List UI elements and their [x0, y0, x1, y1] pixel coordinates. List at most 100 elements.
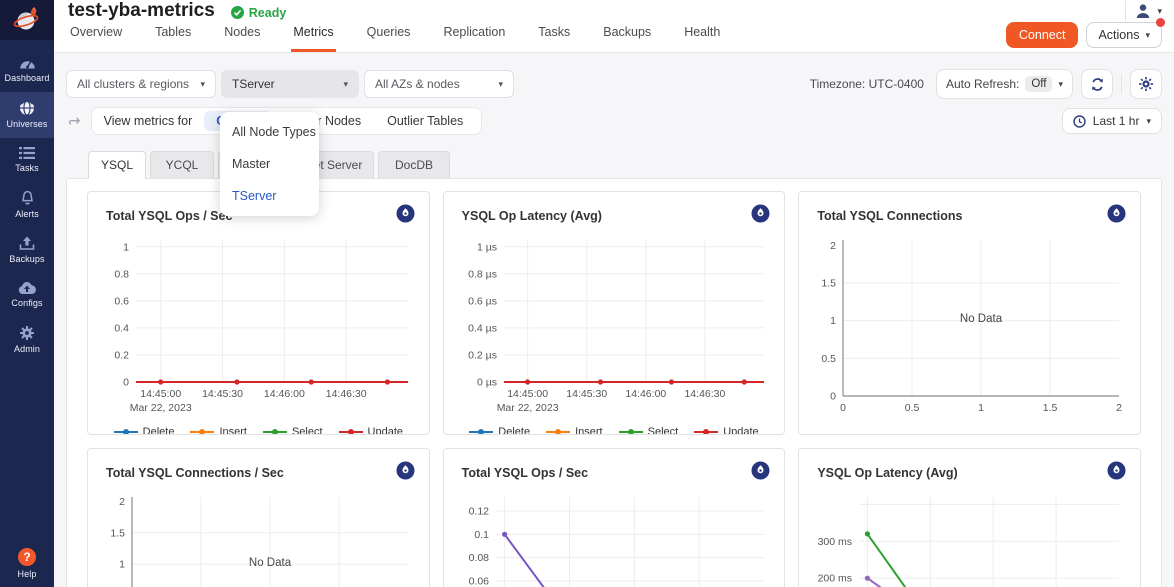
svg-text:0.4 µs: 0.4 µs [468, 322, 497, 334]
menu-item-master[interactable]: Master [220, 148, 319, 180]
chart-title: YSQL Op Latency (Avg) [462, 209, 602, 223]
planet-rocket-icon [12, 6, 42, 34]
svg-text:1 µs: 1 µs [477, 241, 497, 253]
sidebar-item-universes[interactable]: Universes [0, 92, 54, 138]
app-root: DashboardUniversesTasksAlertsBackupsConf… [0, 0, 1174, 587]
chart-plot[interactable]: 11.52No Data [102, 487, 416, 587]
tab-backups[interactable]: Backups [601, 25, 653, 52]
legend-swatch-icon [469, 428, 493, 435]
refresh-icon [1090, 77, 1105, 92]
user-menu[interactable]: ▾ [1134, 2, 1162, 20]
chart-card: Total YSQL Connections00.511.5200.511.52… [798, 191, 1141, 435]
sidebar-item-label: Tasks [15, 163, 39, 173]
auto-refresh-button[interactable]: Auto Refresh: Off ▾ [936, 69, 1073, 99]
legend-item[interactable]: Update [339, 426, 403, 435]
sidebar-item-dashboard[interactable]: Dashboard [0, 48, 54, 92]
chart-legend: Delete Insert Select Update [88, 426, 429, 435]
sidebar-item-label: Admin [14, 344, 40, 354]
svg-text:0: 0 [840, 402, 846, 414]
yugabyte-logo[interactable] [0, 0, 54, 40]
tab-replication[interactable]: Replication [441, 25, 507, 52]
legend-swatch-icon [546, 428, 570, 435]
sidebar: DashboardUniverses Tasks Alerts BackupsConf… [0, 0, 54, 587]
menu-item-tserver[interactable]: TServer [220, 180, 319, 212]
chart-card: Total YSQL Connections / Sec11.52No Data [87, 448, 430, 587]
notification-dot [1156, 18, 1165, 27]
universe-header: test-yba-metrics Ready ▾ [54, 0, 1174, 22]
chart-card: Total YSQL Ops / Sec0.060.080.10.12 [443, 448, 786, 587]
tab-overview[interactable]: Overview [68, 25, 124, 52]
cluster-region-select[interactable]: All clusters & regions ▾ [66, 70, 216, 98]
actions-button[interactable]: Actions ▾ [1086, 22, 1162, 48]
chart-plot[interactable]: 200 ms300 ms [813, 487, 1127, 587]
svg-text:14:45:30: 14:45:30 [202, 388, 243, 400]
svg-text:Mar 22, 2023: Mar 22, 2023 [130, 402, 192, 414]
menu-item-all-node-types[interactable]: All Node Types [220, 116, 319, 148]
metric-tab-ycql[interactable]: YCQL [150, 151, 214, 178]
legend-item[interactable]: Insert [190, 426, 247, 435]
chart-plot[interactable]: 14:45:0014:45:3014:46:0014:46:3000.20.40… [102, 230, 416, 420]
sidebar-item-label: Help [18, 569, 37, 579]
settings-button[interactable] [1130, 69, 1162, 99]
tab-queries[interactable]: Queries [365, 25, 413, 52]
chart-plot[interactable]: 14:45:0014:45:3014:46:0014:46:300 µs0.2 … [458, 230, 772, 420]
time-range-button[interactable]: Last 1 hr ▾ [1062, 108, 1162, 134]
chart-title: Total YSQL Connections [817, 209, 962, 223]
svg-text:14:46:30: 14:46:30 [326, 388, 367, 400]
sidebar-item-label: Alerts [15, 209, 39, 219]
sidebar-nav: DashboardUniverses Tasks Alerts BackupsConf… [0, 40, 54, 363]
scope-option-outlier-tables[interactable]: Outlier Tables [375, 111, 475, 131]
timezone-label: Timezone: UTC-0400 [810, 77, 924, 91]
svg-text:Mar 22, 2023: Mar 22, 2023 [496, 402, 558, 414]
svg-text:0.2 µs: 0.2 µs [468, 349, 497, 361]
connect-button[interactable]: Connect [1006, 22, 1079, 48]
svg-text:14:45:00: 14:45:00 [507, 388, 548, 400]
tab-health[interactable]: Health [682, 25, 722, 52]
metric-tab-docdb[interactable]: DocDB [378, 151, 450, 178]
chart-card: YSQL Op Latency (Avg)200 ms300 ms [798, 448, 1141, 587]
sidebar-item-configs[interactable]: Configs [0, 273, 54, 317]
chart-card: YSQL Op Latency (Avg) 14:45:0014:45:3014:… [443, 191, 786, 435]
svg-text:1: 1 [123, 241, 129, 253]
node-type-select[interactable]: TServer ▾ [221, 70, 359, 98]
chart-plot[interactable]: 00.511.5200.511.52No Data [813, 230, 1127, 420]
svg-text:200 ms: 200 ms [818, 573, 852, 585]
svg-text:1.5: 1.5 [110, 527, 125, 539]
svg-text:No Data: No Data [960, 313, 1003, 325]
legend-swatch-icon [190, 428, 214, 435]
view-metrics-for-label: View metrics for [104, 114, 193, 128]
tab-nodes[interactable]: Nodes [222, 25, 262, 52]
clock-icon [1073, 115, 1086, 128]
sidebar-item-backups[interactable]: Backups [0, 228, 54, 273]
sidebar-item-tasks[interactable]: Tasks [0, 138, 54, 182]
chevron-down-icon: ▾ [1145, 30, 1150, 41]
tab-metrics[interactable]: Metrics [291, 25, 335, 52]
az-nodes-select[interactable]: All AZs & nodes ▾ [364, 70, 514, 98]
universes-globe-icon [19, 100, 35, 116]
charts-panel: Total YSQL Ops / Sec14:45:0014:45:3014:4… [66, 178, 1162, 587]
svg-text:1: 1 [978, 402, 984, 414]
chart-plot[interactable]: 0.060.080.10.12 [458, 487, 772, 587]
svg-text:0.06: 0.06 [468, 576, 489, 587]
svg-text:0.12: 0.12 [468, 506, 489, 518]
legend-item[interactable]: Delete [114, 426, 175, 435]
svg-text:1.5: 1.5 [1043, 402, 1058, 414]
legend-item[interactable]: Insert [546, 426, 603, 435]
legend-item[interactable]: Update [694, 426, 758, 435]
sidebar-item-alerts[interactable]: Alerts [0, 182, 54, 228]
tab-tables[interactable]: Tables [153, 25, 193, 52]
svg-text:0.6 µs: 0.6 µs [468, 295, 497, 307]
svg-text:14:46:00: 14:46:00 [625, 388, 666, 400]
svg-text:1: 1 [830, 315, 836, 327]
legend-item[interactable]: Select [619, 426, 679, 435]
universe-title: test-yba-metrics [68, 0, 215, 22]
legend-item[interactable]: Delete [469, 426, 530, 435]
sidebar-item-help[interactable]: ? Help [0, 548, 54, 579]
metric-tab-ysql[interactable]: YSQL [88, 151, 146, 178]
sidebar-item-admin[interactable]: Admin [0, 317, 54, 363]
svg-text:No Data: No Data [249, 557, 292, 569]
legend-item[interactable]: Select [263, 426, 323, 435]
refresh-button[interactable] [1081, 69, 1113, 99]
svg-text:14:45:00: 14:45:00 [140, 388, 181, 400]
tab-tasks[interactable]: Tasks [536, 25, 572, 52]
